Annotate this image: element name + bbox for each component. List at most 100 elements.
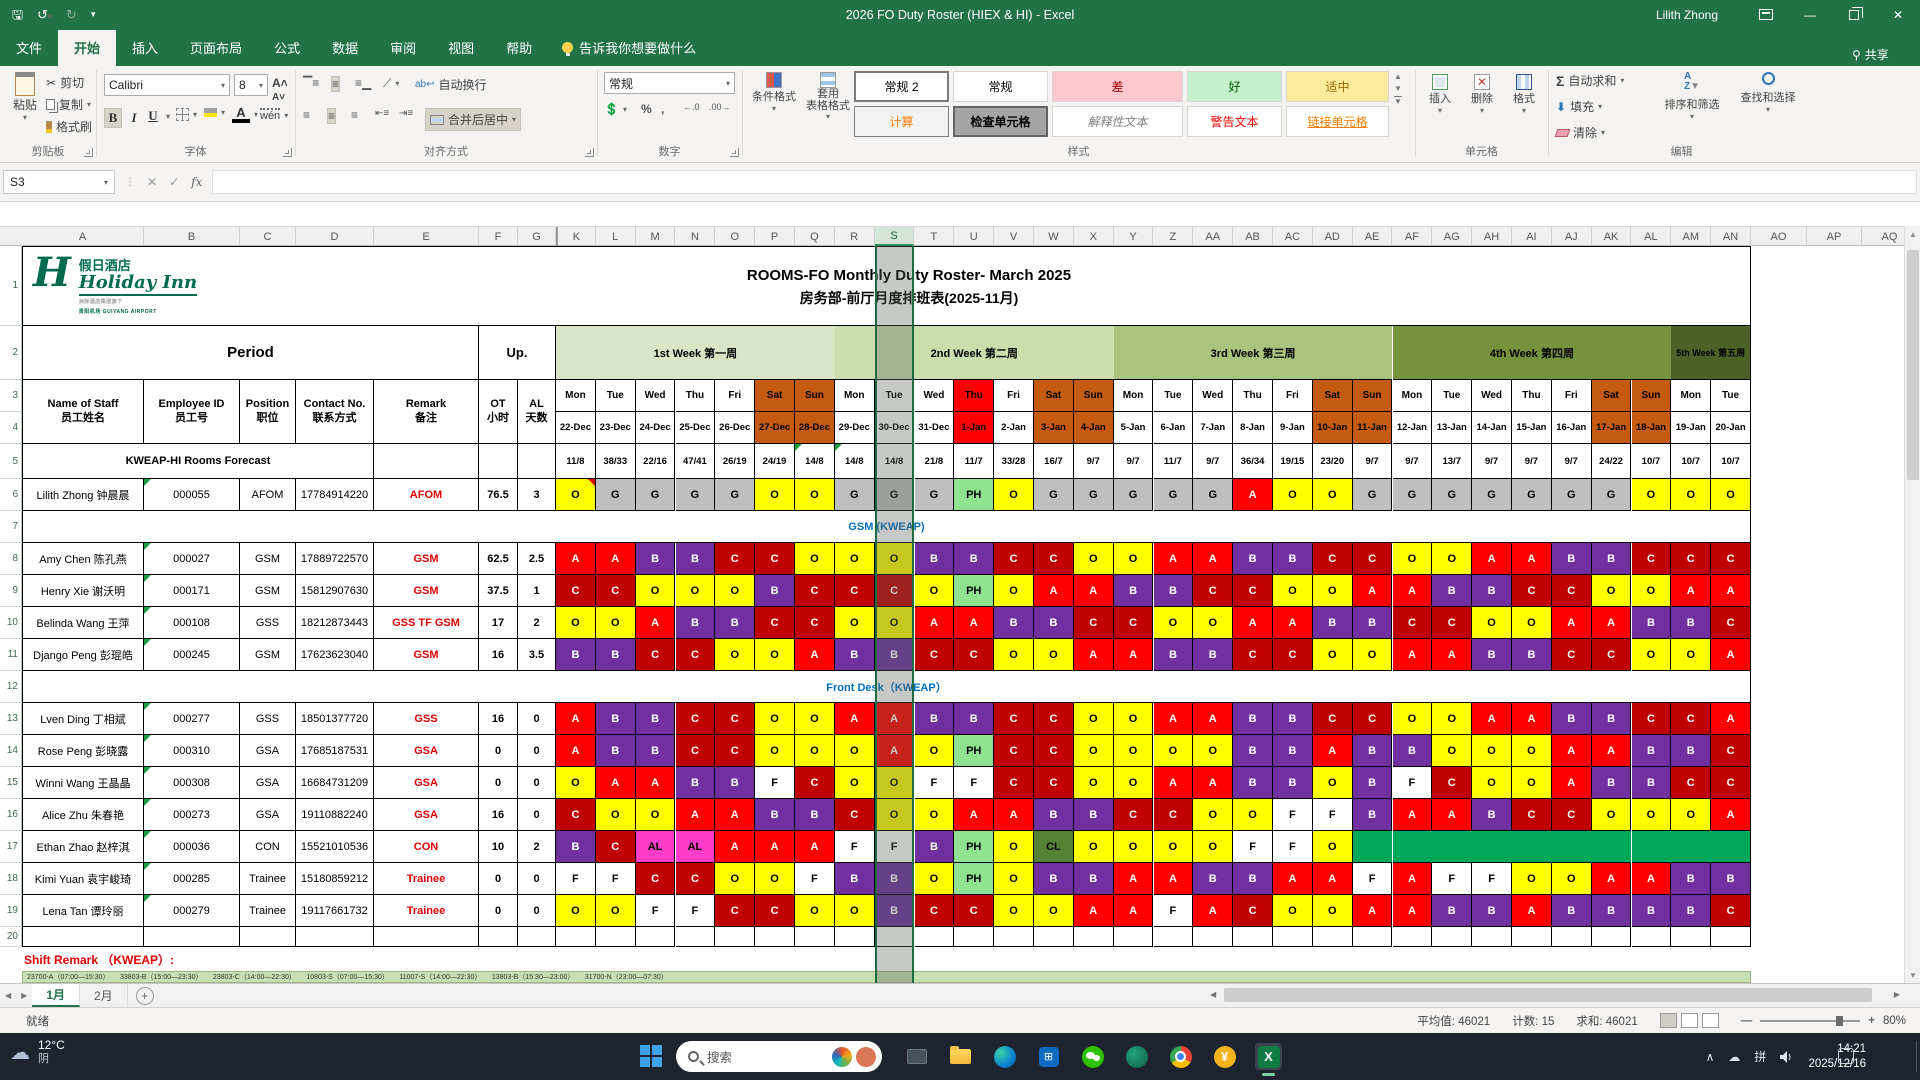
shift-cell[interactable]: O: [834, 735, 875, 767]
staff-name-cell[interactable]: Lven Ding 丁相斌: [22, 703, 144, 735]
shift-cell[interactable]: F: [1392, 767, 1433, 799]
shift-cell[interactable]: A: [1113, 639, 1154, 671]
empty-cell[interactable]: [1153, 927, 1194, 947]
shift-cell[interactable]: O: [1312, 895, 1353, 927]
shift-cell[interactable]: C: [914, 895, 955, 927]
shift-cell[interactable]: O: [1512, 735, 1552, 767]
staff-remark-cell[interactable]: Trainee: [374, 863, 479, 895]
empty-cell[interactable]: [954, 927, 995, 947]
column-header-AG[interactable]: AG: [1432, 227, 1473, 246]
shift-cell[interactable]: G: [1392, 479, 1433, 511]
autosum-button[interactable]: Σ 自动求和 ▾: [1556, 72, 1624, 89]
decrease-indent-icon[interactable]: ⇤≡: [375, 108, 389, 119]
empty-cell[interactable]: [914, 927, 955, 947]
shift-cell[interactable]: C: [1113, 607, 1154, 639]
date-cell[interactable]: 8-Jan: [1233, 412, 1273, 444]
shift-cell[interactable]: A: [874, 703, 915, 735]
shift-cell[interactable]: PH: [954, 735, 995, 767]
shift-cell[interactable]: O: [834, 895, 875, 927]
shift-cell[interactable]: B: [1273, 543, 1313, 575]
horizontal-scroll-thumb[interactable]: [1224, 988, 1872, 1002]
shift-cell[interactable]: C: [1432, 767, 1473, 799]
increase-indent-icon[interactable]: ⇥≡: [399, 108, 413, 119]
shift-cell[interactable]: B: [1551, 703, 1592, 735]
shift-cell[interactable]: C: [1512, 799, 1552, 831]
forecast-cell[interactable]: 19/15: [1273, 444, 1313, 479]
shift-cell[interactable]: C: [1631, 703, 1672, 735]
shift-cell[interactable]: F: [1273, 831, 1313, 863]
day-header-cell[interactable]: Fri: [994, 380, 1034, 412]
shift-cell[interactable]: A: [1273, 607, 1313, 639]
user-name[interactable]: Lilith Zhong: [1656, 8, 1718, 22]
decrease-decimal-button[interactable]: .00→: [709, 102, 731, 112]
qat-customize-icon[interactable]: ▾: [91, 10, 96, 19]
staff-name-cell[interactable]: Rose Peng 彭晓露: [22, 735, 144, 767]
staff-id-cell[interactable]: 000036: [144, 831, 240, 863]
ribbon-tab-数据[interactable]: 数据: [316, 30, 374, 66]
day-header-cell[interactable]: Tue: [595, 380, 636, 412]
shift-cell[interactable]: A: [1631, 863, 1672, 895]
shift-cell[interactable]: G: [834, 479, 875, 511]
shift-cell[interactable]: O: [1113, 543, 1154, 575]
staff-position-cell[interactable]: Trainee: [240, 895, 296, 927]
shift-cell[interactable]: O: [755, 639, 795, 671]
shift-cell[interactable]: O: [755, 735, 795, 767]
currency-button[interactable]: 💲 ▾: [604, 102, 627, 116]
day-header-cell[interactable]: Sat: [1591, 380, 1632, 412]
scroll-up-icon[interactable]: ▲: [1905, 226, 1920, 242]
column-header-AD[interactable]: AD: [1313, 227, 1353, 246]
forecast-empty-cell[interactable]: [374, 444, 479, 479]
empty-cell[interactable]: [1392, 927, 1433, 947]
staff-ot-cell[interactable]: 76.5: [479, 479, 518, 511]
shift-cell[interactable]: O: [1312, 767, 1353, 799]
shift-cell[interactable]: B: [1233, 703, 1273, 735]
shift-cell[interactable]: C: [715, 895, 756, 927]
forecast-cell[interactable]: 16/7: [1034, 444, 1074, 479]
staff-name-cell[interactable]: Lilith Zhong 钟晨晨: [22, 479, 144, 511]
forecast-cell[interactable]: 9/7: [1512, 444, 1552, 479]
date-cell[interactable]: 29-Dec: [834, 412, 875, 444]
shift-cell[interactable]: B: [1073, 799, 1114, 831]
shift-cell[interactable]: A: [1512, 703, 1552, 735]
shift-cell[interactable]: O: [755, 479, 795, 511]
date-cell[interactable]: 18-Jan: [1631, 412, 1672, 444]
empty-cell[interactable]: [1711, 927, 1751, 947]
align-left-icon[interactable]: ≡: [303, 108, 310, 122]
bold-button[interactable]: B: [104, 108, 122, 128]
shift-cell[interactable]: C: [1711, 767, 1751, 799]
shift-cell[interactable]: C: [1432, 607, 1473, 639]
day-header-cell[interactable]: Wed: [914, 380, 955, 412]
empty-cell[interactable]: [144, 927, 240, 947]
shift-cell[interactable]: G: [1153, 479, 1194, 511]
shift-cell[interactable]: O: [1711, 479, 1751, 511]
shift-cell[interactable]: B: [556, 831, 596, 863]
shift-cell[interactable]: O: [1472, 607, 1512, 639]
shift-cell[interactable]: B: [635, 543, 676, 575]
staff-remark-cell[interactable]: CON: [374, 831, 479, 863]
view-normal-icon[interactable]: [1659, 1013, 1677, 1028]
shift-cell[interactable]: O: [1472, 767, 1512, 799]
taskview-icon[interactable]: [903, 1043, 930, 1070]
shift-cell[interactable]: O: [1193, 799, 1234, 831]
shift-cell[interactable]: B: [1352, 799, 1393, 831]
shift-cell[interactable]: B: [1233, 543, 1273, 575]
merge-center-button[interactable]: 合并后居中 ▾: [425, 108, 522, 131]
staff-name-cell[interactable]: Django Peng 彭琨皓: [22, 639, 144, 671]
format-painter-button[interactable]: 格式刷: [46, 118, 92, 135]
shift-cell[interactable]: C: [874, 575, 915, 607]
shift-cell[interactable]: [1432, 831, 1473, 863]
shift-cell[interactable]: A: [1392, 895, 1433, 927]
shift-cell[interactable]: B: [1392, 735, 1433, 767]
forecast-cell[interactable]: 38/33: [595, 444, 636, 479]
date-cell[interactable]: 5-Jan: [1113, 412, 1154, 444]
shift-cell[interactable]: C: [1193, 575, 1234, 607]
shift-cell[interactable]: B: [1034, 799, 1074, 831]
edge-icon[interactable]: [991, 1043, 1018, 1070]
staff-position-cell[interactable]: CON: [240, 831, 296, 863]
column-header-AN[interactable]: AN: [1711, 227, 1751, 246]
zoom-in-button[interactable]: +: [1868, 1015, 1875, 1027]
shift-cell[interactable]: A: [556, 543, 596, 575]
shift-cell[interactable]: O: [1432, 703, 1473, 735]
shift-cell[interactable]: B: [1352, 735, 1393, 767]
shift-cell[interactable]: A: [834, 703, 875, 735]
